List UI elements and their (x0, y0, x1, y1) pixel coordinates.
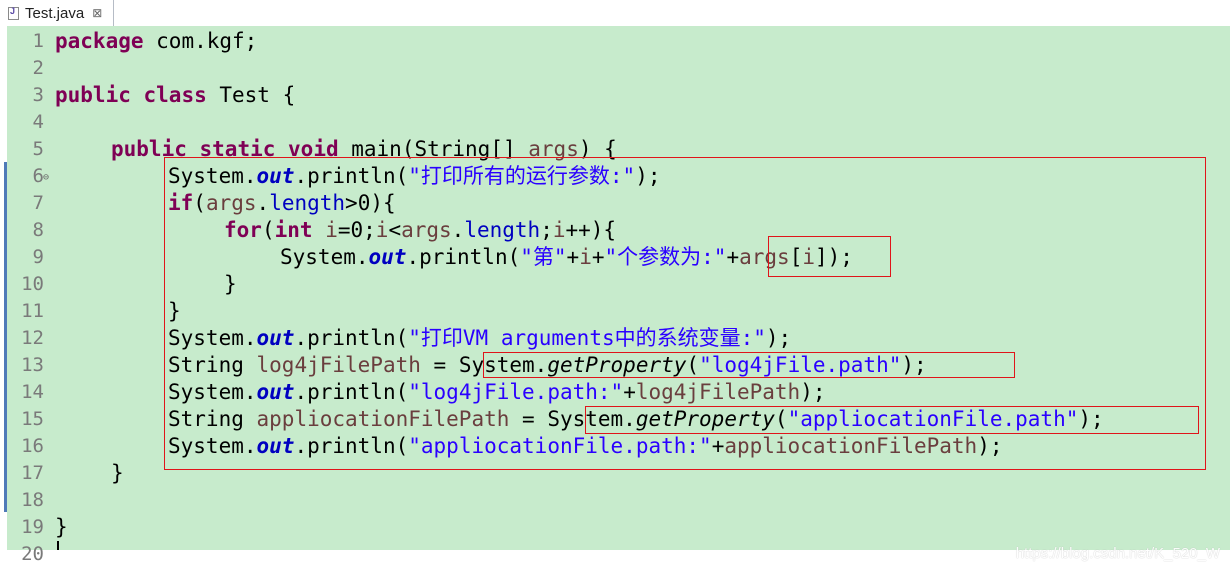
line-number: 14 (21, 381, 44, 403)
highlight-box-appliocation-property (585, 406, 1199, 434)
line-number: 7 (32, 192, 44, 214)
close-icon[interactable]: ⊠ (92, 6, 102, 20)
code-editor[interactable]: package com.kgf; public class Test { pub… (52, 26, 1230, 562)
line-number: 13 (21, 354, 44, 376)
line-number: 12 (21, 327, 44, 349)
tab-label: Test.java (25, 4, 85, 22)
line-number: 3 (32, 84, 44, 106)
java-file-icon (8, 6, 19, 20)
line-number: 18 (21, 489, 44, 511)
line-number: 17 (21, 462, 44, 484)
keyword: class (143, 83, 207, 107)
code-line-3: public class Test { (55, 82, 295, 109)
highlight-box-log4j-property (483, 352, 1015, 378)
line-number: 4 (32, 111, 44, 133)
line-number: 16 (21, 435, 44, 457)
line-number: 10 (21, 273, 44, 295)
fold-collapse-icon[interactable]: ⊖ (43, 172, 49, 183)
code-text: Test { (206, 83, 296, 107)
line-number: 20 (21, 543, 44, 565)
line-number: 1 (32, 30, 44, 52)
line-number: 15 (21, 408, 44, 430)
line-number: 5 (32, 138, 44, 160)
text-cursor (57, 541, 59, 550)
code-text: com.kgf; (143, 29, 258, 53)
highlight-box-args-index (768, 236, 891, 277)
code-text: } (55, 515, 68, 539)
line-number: 2 (32, 57, 44, 79)
line-number-gutter: 1 2 3 4 5 6 7 8 9 10 11 12 13 14 15 16 1… (7, 26, 52, 565)
line-number: 19 (21, 516, 44, 538)
change-ruler (0, 26, 7, 550)
line-number: 11 (21, 300, 44, 322)
editor-tab-bar: Test.java ⊠ (0, 0, 1230, 27)
line-number: 9 (32, 246, 44, 268)
code-line-17: } (111, 460, 124, 487)
code-line-1: package com.kgf; (55, 28, 257, 55)
watermark: https://blog.csdn.net/K_520_W (1015, 545, 1220, 562)
keyword: package (55, 29, 144, 53)
code-line-19: } (55, 514, 68, 541)
code-text: } (111, 461, 124, 485)
line-number: 8 (32, 219, 44, 241)
tab-test-java[interactable]: Test.java ⊠ (0, 0, 114, 26)
keyword: public (55, 83, 131, 107)
